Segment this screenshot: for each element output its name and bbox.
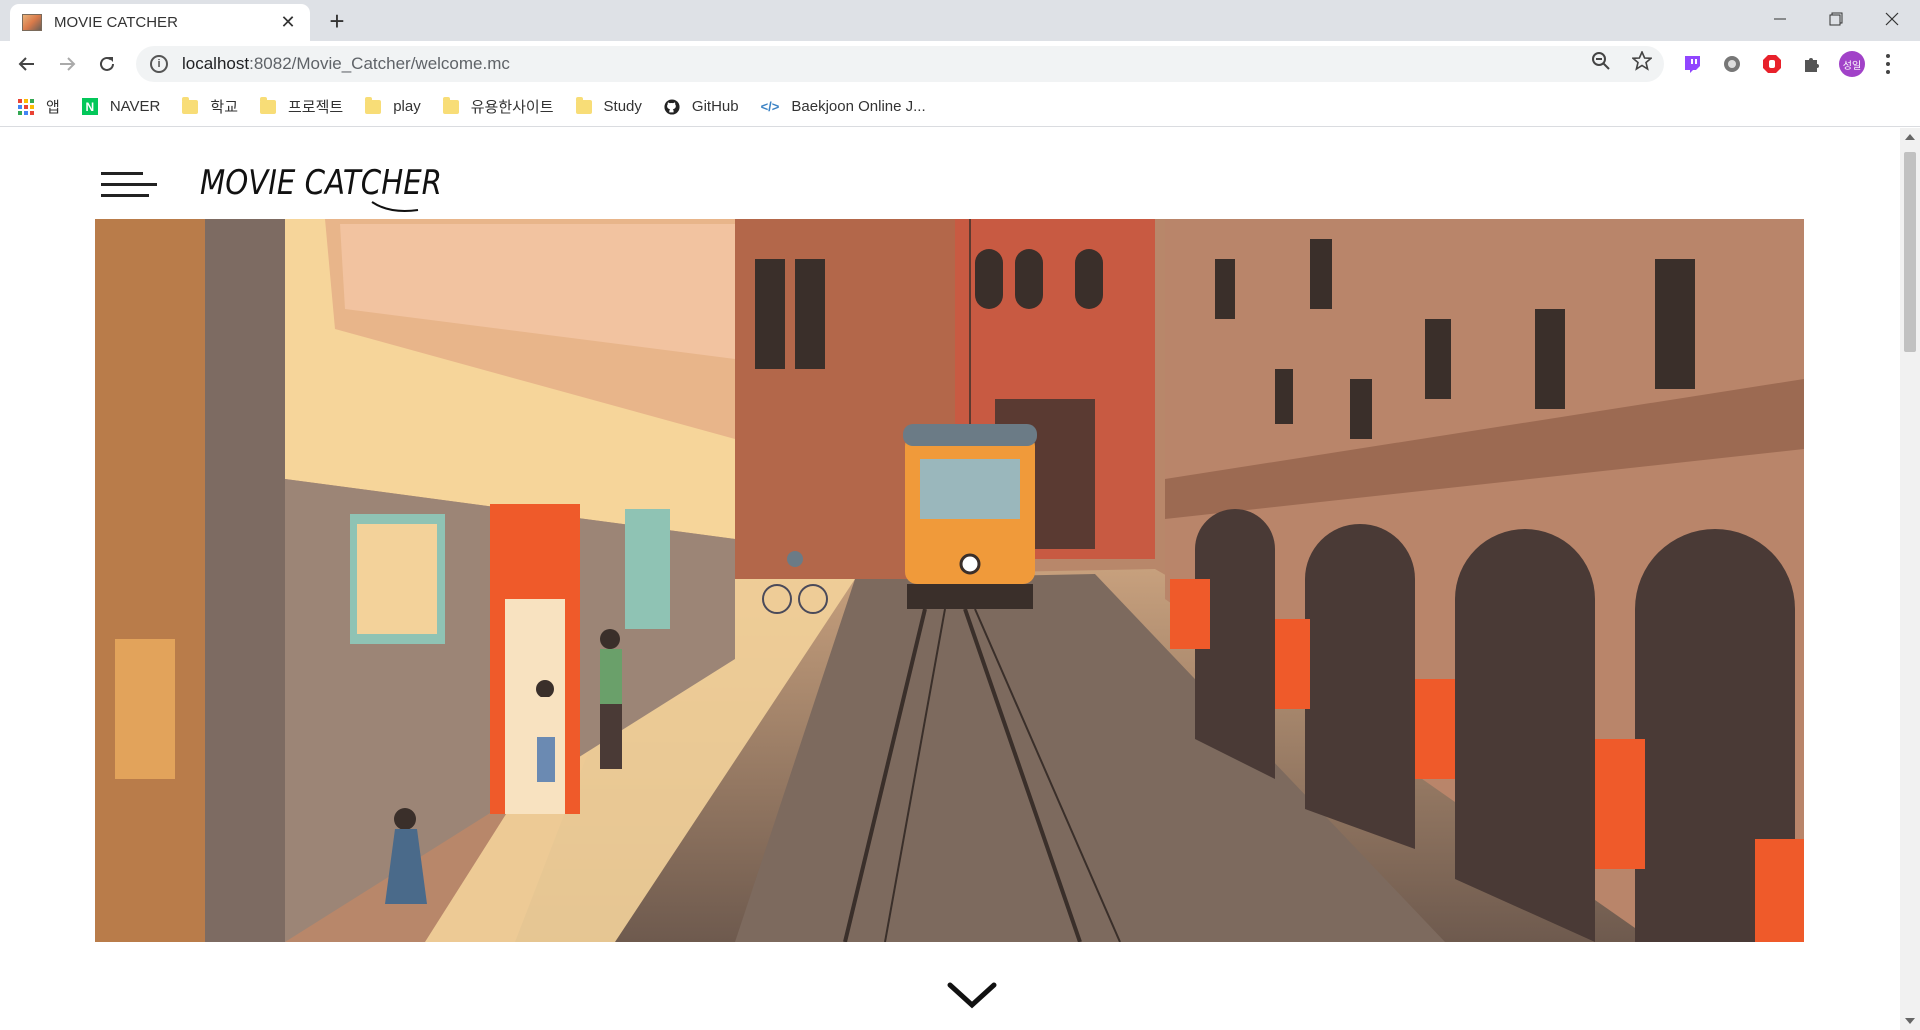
back-icon[interactable] — [14, 51, 40, 77]
page-content: MOVIE CATCHER — [0, 128, 1900, 1030]
url-text[interactable]: localhost:8082/Movie_Catcher/welcome.mc — [182, 54, 510, 74]
bookmark-folder-project[interactable]: 프로젝트 — [260, 96, 343, 117]
scrollbar-thumb[interactable] — [1904, 152, 1916, 352]
bookmark-label: NAVER — [109, 98, 161, 115]
folder-icon — [442, 96, 459, 114]
naver-icon: N — [81, 98, 98, 115]
tab-close-icon[interactable]: ✕ — [278, 12, 298, 33]
new-tab-button[interactable]: + — [322, 6, 352, 37]
bookmark-folder-study[interactable]: Study — [575, 96, 642, 115]
twitch-extension-icon[interactable] — [1681, 53, 1703, 75]
adblock-extension-icon[interactable] — [1761, 53, 1783, 75]
bookmark-github[interactable]: GitHub — [664, 98, 739, 115]
bookmark-star-icon[interactable] — [1631, 50, 1653, 72]
browser-toolbar: i localhost:8082/Movie_Catcher/welcome.m… — [0, 41, 1920, 87]
site-logo[interactable]: MOVIE CATCHER — [200, 163, 442, 203]
bookmark-folder-play[interactable]: play — [365, 96, 421, 115]
close-window-icon[interactable] — [1864, 0, 1920, 38]
bookmark-apps[interactable]: 앱 — [18, 96, 60, 117]
folder-icon — [182, 96, 199, 114]
folder-icon — [575, 96, 592, 114]
bookmark-label: Study — [603, 98, 642, 115]
tab-strip: MOVIE CATCHER ✕ + — [0, 0, 1920, 41]
address-bar[interactable]: i localhost:8082/Movie_Catcher/welcome.m… — [136, 46, 1664, 82]
bookmark-naver[interactable]: N NAVER — [81, 98, 161, 115]
bookmark-label: play — [393, 98, 421, 115]
browser-menu-icon[interactable] — [1882, 52, 1894, 76]
bookmark-label: 유용한사이트 — [470, 99, 554, 116]
tab-title: MOVIE CATCHER — [54, 14, 178, 31]
bookmark-baekjoon[interactable]: </> Baekjoon Online J... — [761, 98, 926, 115]
hero-image — [95, 219, 1804, 942]
bookmarks-bar: 앱 N NAVER 학교 프로젝트 play 유용한사이트 Study GitH… — [0, 87, 1920, 127]
apps-grid-icon — [18, 98, 34, 115]
profile-avatar[interactable]: 성일 — [1839, 51, 1865, 77]
gear-extension-icon[interactable] — [1721, 53, 1743, 75]
bookmark-label: 학교 — [210, 99, 238, 116]
site-info-icon[interactable]: i — [150, 55, 168, 73]
page-scrollbar[interactable] — [1900, 128, 1920, 1030]
bookmark-label: 앱 — [46, 99, 60, 116]
minimize-window-icon[interactable] — [1752, 0, 1808, 38]
zoom-icon[interactable] — [1590, 50, 1612, 72]
logo-underline-flourish — [371, 201, 419, 212]
site-favicon-icon — [22, 14, 42, 31]
browser-tab[interactable]: MOVIE CATCHER ✕ — [10, 4, 310, 41]
bookmark-label: Baekjoon Online J... — [791, 98, 926, 115]
scroll-down-arrow-icon[interactable] — [1905, 1018, 1915, 1024]
chevron-down-icon[interactable] — [947, 981, 997, 1011]
bookmark-folder-useful-sites[interactable]: 유용한사이트 — [442, 96, 554, 117]
bookmark-label: 프로젝트 — [288, 99, 344, 116]
scroll-up-arrow-icon[interactable] — [1905, 134, 1915, 140]
restore-window-icon[interactable] — [1808, 0, 1864, 38]
hamburger-menu-icon[interactable] — [101, 172, 157, 198]
reload-icon[interactable] — [94, 51, 120, 77]
bookmark-folder-school[interactable]: 학교 — [182, 96, 238, 117]
github-icon — [664, 98, 680, 115]
extensions-puzzle-icon[interactable] — [1801, 53, 1823, 75]
code-icon: </> — [760, 99, 780, 114]
folder-icon — [260, 96, 276, 114]
forward-icon[interactable] — [54, 51, 80, 77]
bookmark-label: GitHub — [691, 98, 739, 115]
folder-icon — [365, 96, 382, 114]
